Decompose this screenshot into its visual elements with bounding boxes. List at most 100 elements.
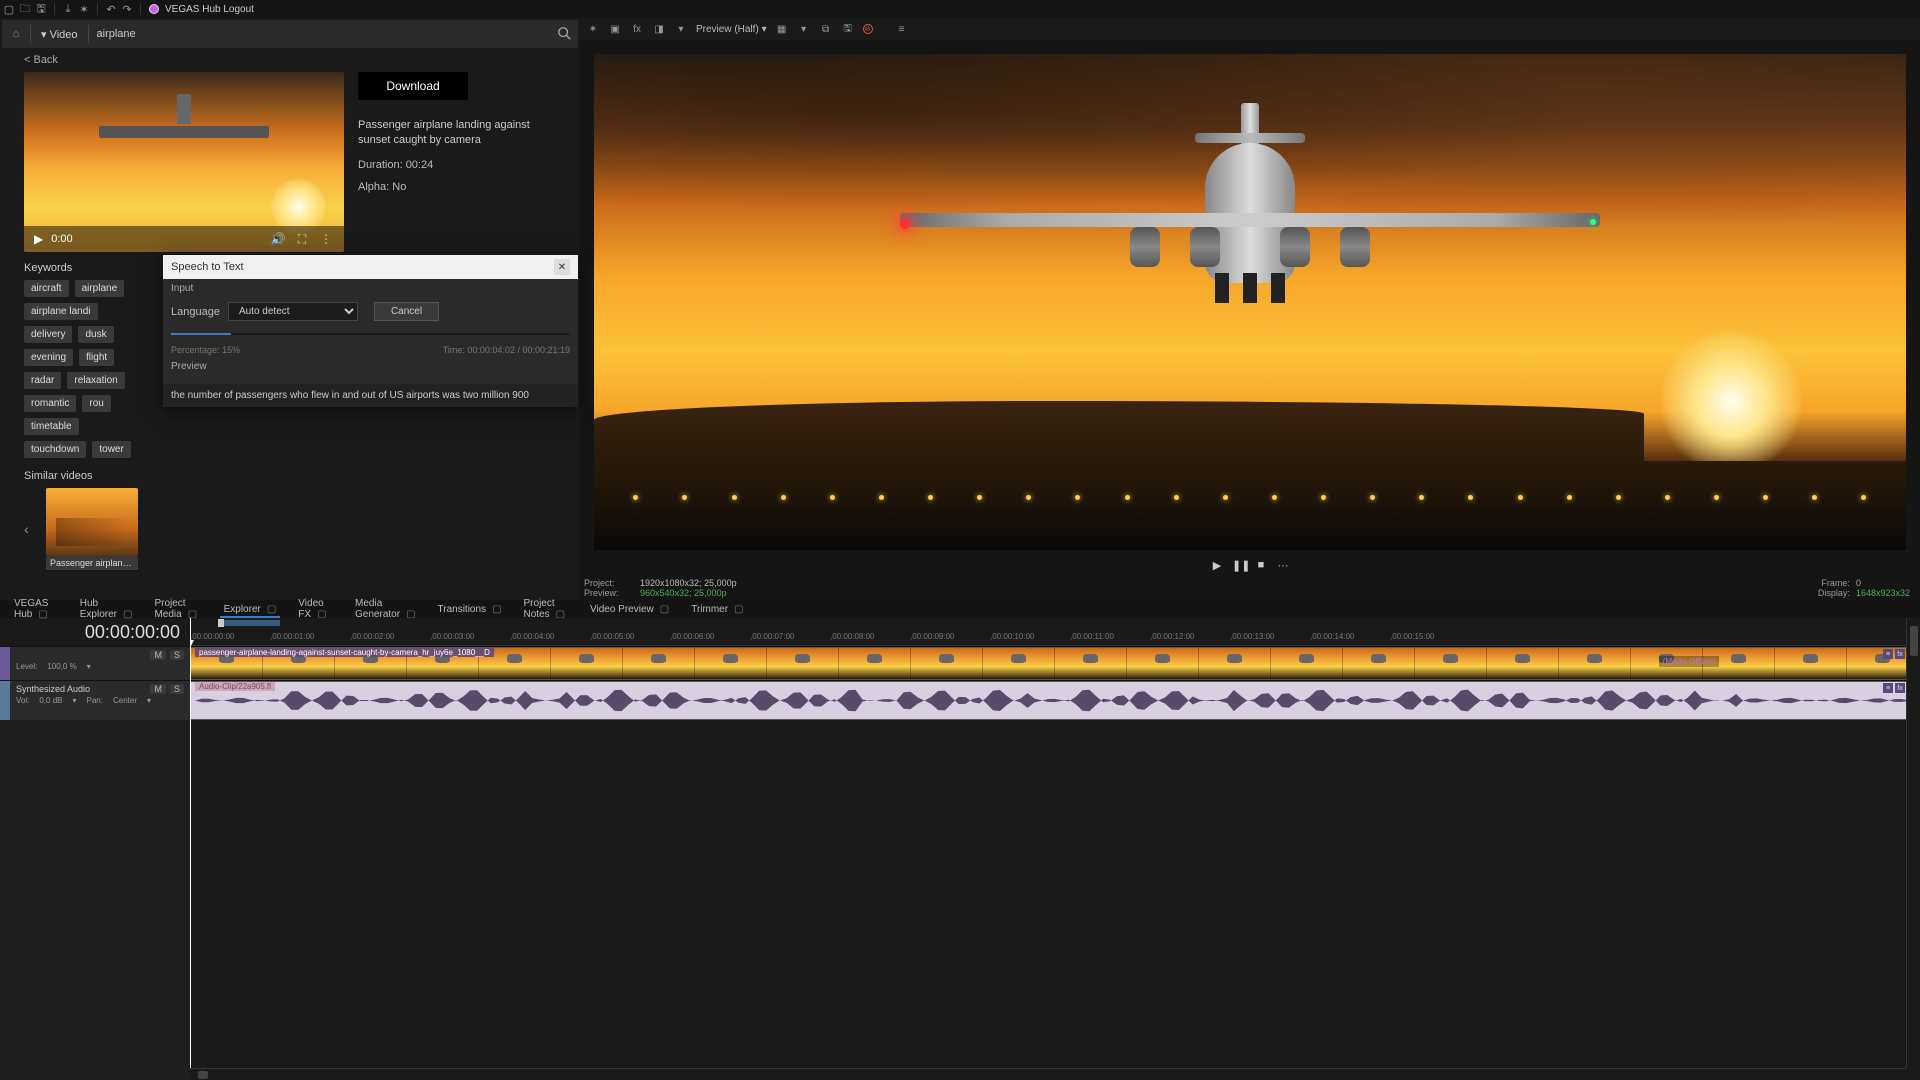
project-label: Project: bbox=[584, 578, 634, 588]
ruler-tick: ,00:00:14:00 bbox=[1310, 632, 1354, 641]
timeline-overview-handle[interactable] bbox=[218, 619, 224, 627]
keyword-tag[interactable]: aircraft bbox=[24, 280, 69, 297]
preview-quality[interactable]: Preview (Half) ▾ bbox=[696, 24, 767, 35]
video-track[interactable]: passenger-airplane-landing-against-sunse… bbox=[190, 646, 1920, 680]
timeline-overview[interactable] bbox=[220, 620, 280, 626]
undo-icon[interactable]: ↶ bbox=[106, 4, 116, 14]
keyword-tag[interactable]: airplane bbox=[75, 280, 125, 297]
mute-button[interactable]: M bbox=[150, 684, 166, 694]
frame-value: 0 bbox=[1856, 578, 1861, 588]
keyword-tag[interactable]: delivery bbox=[24, 326, 72, 343]
quality-dropdown-icon[interactable]: ▾ bbox=[674, 22, 688, 36]
tab-vegas-hub[interactable]: VEGAS Hub▢ bbox=[4, 596, 68, 622]
render-icon[interactable]: ⤓ bbox=[63, 4, 73, 14]
player-time: 0:00 bbox=[51, 233, 262, 245]
language-select[interactable]: Auto detect bbox=[228, 302, 358, 321]
split-preview-icon[interactable]: ◨ bbox=[652, 22, 666, 36]
clip-fx-icon[interactable]: fx bbox=[1895, 683, 1905, 693]
similar-item[interactable]: Passenger airplane... bbox=[46, 488, 138, 570]
menu-icon[interactable]: ≡ bbox=[895, 22, 909, 36]
download-button[interactable]: Download bbox=[358, 72, 468, 100]
video-track-header[interactable]: MS Level:100,0 %▾ bbox=[0, 646, 190, 680]
search-icon[interactable] bbox=[550, 26, 578, 43]
preview-label: Preview bbox=[163, 357, 578, 376]
tab-trimmer[interactable]: Trimmer▢ bbox=[681, 602, 753, 617]
video-clip-name: passenger-airplane-landing-against-sunse… bbox=[195, 648, 494, 657]
tab-video-preview[interactable]: Video Preview▢ bbox=[580, 602, 679, 617]
playhead[interactable] bbox=[190, 618, 191, 1080]
overlay-icon[interactable]: ▦ bbox=[775, 22, 789, 36]
new-project-icon[interactable]: ▢ bbox=[4, 4, 14, 14]
clip-fade-icon[interactable]: ≡ bbox=[1883, 649, 1893, 659]
keyword-tag[interactable]: relaxation bbox=[67, 372, 124, 389]
keyword-tag[interactable]: radar bbox=[24, 372, 61, 389]
mute-button[interactable]: M bbox=[150, 650, 166, 660]
save-snapshot-icon[interactable]: 🖫 bbox=[841, 22, 855, 36]
timecode-display[interactable]: 00:00:00:00 bbox=[0, 618, 190, 646]
play-button[interactable]: ▶ bbox=[1210, 559, 1224, 572]
horizontal-scrollbar[interactable] bbox=[190, 1068, 1906, 1080]
tab-hub-explorer[interactable]: Hub Explorer▢ bbox=[70, 596, 143, 622]
similar-prev-icon[interactable]: ‹ bbox=[24, 521, 38, 537]
keyword-tag[interactable]: romantic bbox=[24, 395, 76, 412]
transport-controls: ▶ ❚❚ ■ ⋯ bbox=[580, 554, 1920, 576]
preview-settings-icon[interactable]: ✶ bbox=[586, 22, 600, 36]
timeline-tracks[interactable]: ,00:00:00:00,00:00:01:00,00:00:02:00,00:… bbox=[190, 618, 1920, 1080]
clip-fade-icon[interactable]: ≡ bbox=[1883, 683, 1893, 693]
asset-preview[interactable]: ▶ 0:00 🔊 ⛶ ⋮ bbox=[24, 72, 344, 252]
dialog-titlebar[interactable]: Speech to Text ✕ bbox=[163, 255, 578, 279]
stt-input-label: Input bbox=[163, 279, 578, 298]
ruler-tick: ,00:00:03:00 bbox=[430, 632, 474, 641]
play-icon[interactable]: ▶ bbox=[34, 232, 43, 246]
clip-fx-icon[interactable]: fx bbox=[1895, 649, 1905, 659]
display-value: 1648x923x32 bbox=[1856, 588, 1910, 598]
keyword-tag[interactable]: tower bbox=[92, 441, 130, 458]
transport-more-icon[interactable]: ⋯ bbox=[1276, 559, 1290, 572]
home-icon[interactable]: ⌂ bbox=[2, 28, 30, 40]
copy-snapshot-icon[interactable]: ⧉ bbox=[819, 22, 833, 36]
keyword-tag[interactable]: dusk bbox=[78, 326, 113, 343]
back-link[interactable]: < Back bbox=[0, 48, 580, 72]
solo-button[interactable]: S bbox=[170, 650, 184, 660]
tab-transitions[interactable]: Transitions▢ bbox=[428, 602, 512, 617]
right-tabs: Video Preview▢Trimmer▢ bbox=[580, 600, 754, 618]
tab-explorer[interactable]: Explorer▢ bbox=[214, 602, 287, 617]
keyword-tag[interactable]: rou bbox=[82, 395, 110, 412]
timeline-ruler[interactable]: ,00:00:00:00,00:00:01:00,00:00:02:00,00:… bbox=[190, 618, 1920, 646]
save-icon[interactable]: 🖫 bbox=[36, 4, 46, 14]
fullscreen-icon[interactable]: ⛶ bbox=[294, 232, 310, 247]
keyword-tag[interactable]: flight bbox=[79, 349, 114, 366]
vertical-scrollbar[interactable] bbox=[1906, 618, 1920, 1068]
audio-clip[interactable]: Audio-Clip/22a905.fl ≡fx▾ bbox=[190, 681, 1920, 720]
video-clip[interactable]: passenger-airplane-landing-against-sunse… bbox=[190, 647, 1920, 680]
cancel-button[interactable]: Cancel bbox=[374, 302, 439, 321]
keyword-tag[interactable]: airplane landi bbox=[24, 303, 98, 320]
dropdown-icon[interactable]: ▾ bbox=[797, 22, 811, 36]
left-tabs: VEGAS Hub▢Hub Explorer▢Project Media▢Exp… bbox=[0, 600, 580, 618]
ruler-tick: ,00:00:08:00 bbox=[830, 632, 874, 641]
close-icon[interactable]: ✕ bbox=[554, 259, 570, 275]
ruler-tick: ,00:00:05:00 bbox=[590, 632, 634, 641]
media-type-dropdown[interactable]: ▾ Video bbox=[31, 28, 88, 41]
external-monitor-icon[interactable]: ▣ bbox=[608, 22, 622, 36]
more-icon[interactable]: ⋮ bbox=[318, 232, 334, 246]
preview-viewport[interactable] bbox=[594, 54, 1906, 550]
solo-button[interactable]: S bbox=[170, 684, 184, 694]
stop-button[interactable]: ■ bbox=[1254, 559, 1268, 571]
keyword-tag[interactable]: timetable bbox=[24, 418, 79, 435]
fx-icon[interactable]: fx bbox=[630, 22, 644, 36]
open-icon[interactable]: 🗀 bbox=[20, 4, 30, 14]
keyword-tag[interactable]: touchdown bbox=[24, 441, 86, 458]
redo-icon[interactable]: ↷ bbox=[122, 4, 132, 14]
keyword-tag[interactable]: evening bbox=[24, 349, 73, 366]
volume-icon[interactable]: 🔊 bbox=[270, 232, 286, 246]
airplane-graphic bbox=[1205, 143, 1295, 283]
audio-track-header[interactable]: Synthesized Audio MS Vol:0,0 dB▾ Pan:Cen… bbox=[0, 680, 190, 720]
properties-icon[interactable]: ✶ bbox=[79, 4, 89, 14]
pause-button[interactable]: ❚❚ bbox=[1232, 559, 1246, 572]
preview-toolbar: ✶ ▣ fx ◨ ▾ Preview (Half) ▾ ▦ ▾ ⧉ 🖫 ⊘ ≡ bbox=[580, 18, 1920, 40]
record-stop-icon[interactable]: ⊘ bbox=[863, 24, 873, 34]
search-input[interactable]: airplane bbox=[89, 28, 550, 40]
audio-track[interactable]: 36-54-72-18- Audio-Clip/22a905.fl ≡fx▾ bbox=[190, 680, 1920, 720]
frame-label: Frame: bbox=[1800, 578, 1850, 588]
